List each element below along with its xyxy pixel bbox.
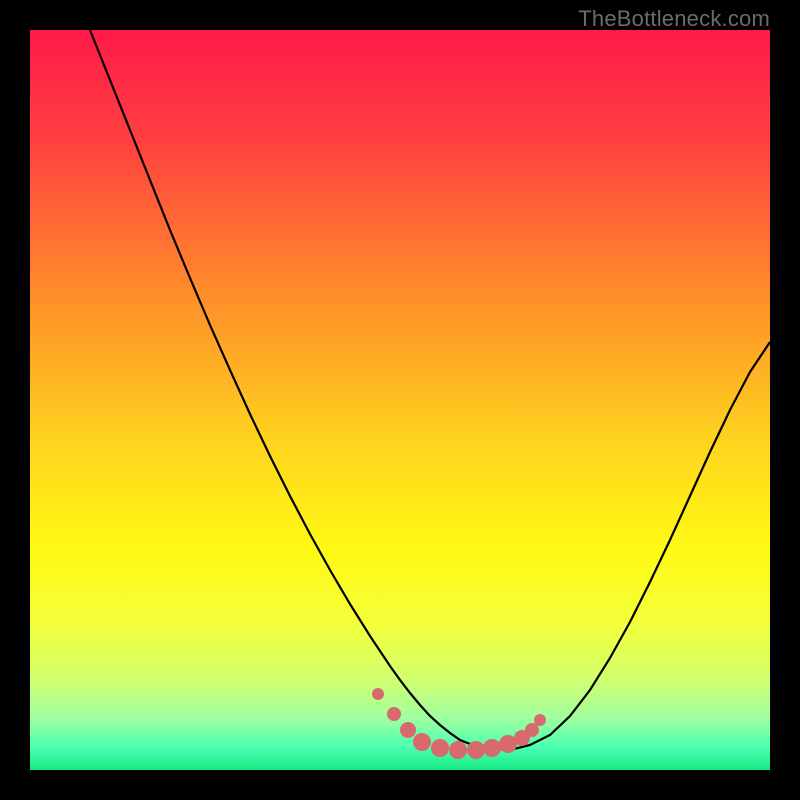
marker-dot [467,741,485,759]
chart-frame [30,30,770,770]
marker-dot [449,741,467,759]
marker-dot [483,739,501,757]
watermark-text: TheBottleneck.com [578,6,770,32]
marker-dot [534,714,546,726]
marker-dot [372,688,384,700]
heat-gradient-bg [30,30,770,770]
marker-dot [400,722,416,738]
marker-dot [431,739,449,757]
bottleneck-plot [30,30,770,770]
marker-dot [387,707,401,721]
marker-dot [413,733,431,751]
